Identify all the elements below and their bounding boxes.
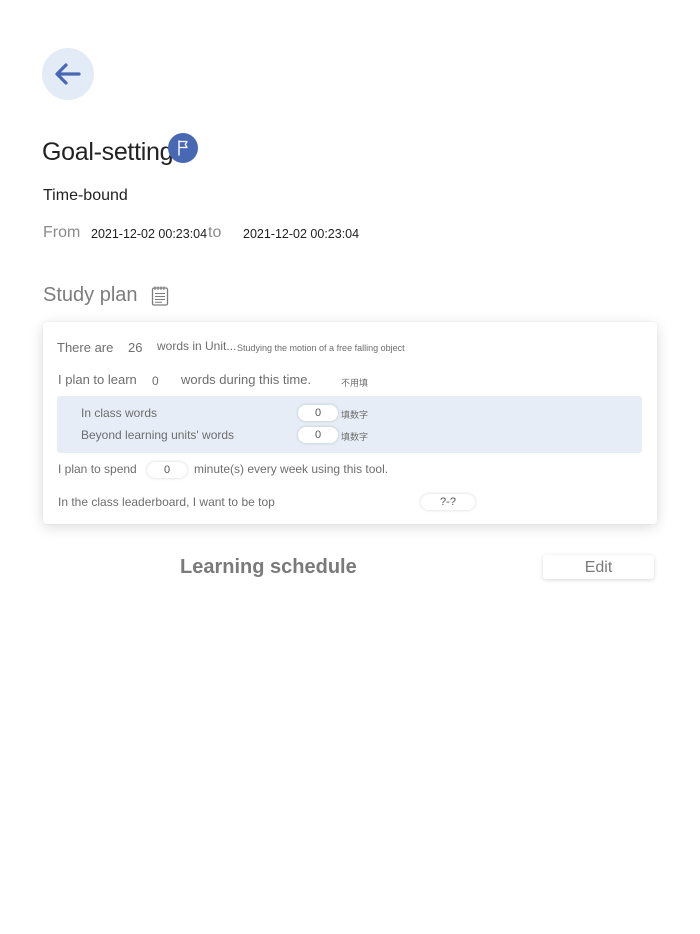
page-title: Goal-setting [42,138,174,166]
unit-name: Studying the motion of a free falling ob… [237,343,405,353]
study-plan-card: There are 26 words in Unit... Studying t… [43,322,657,524]
edit-button[interactable]: Edit [543,555,654,579]
beyond-words-label: Beyond learning units' words [81,428,235,442]
from-date[interactable]: 2021-12-02 00:23:04 [91,227,207,241]
from-label: From [43,224,81,241]
words-during-label: words during this time. [181,372,312,387]
beyond-hint: 填数字 [341,432,369,442]
in-class-words-input[interactable]: 0 [298,405,338,421]
in-class-hint: 填数字 [341,410,369,420]
study-plan-title: Study plan [43,284,138,306]
words-in-unit-label: words in Unit... [157,339,237,353]
plan-word-value: 0 [152,374,159,388]
no-fill-note: 不用填 [341,378,369,388]
subtitle-time-bound: Time-bound [43,187,128,204]
leaderboard-label: In the class leaderboard, I want to be t… [58,495,275,509]
arrow-left-icon [55,63,81,85]
beyond-words-input[interactable]: 0 [298,427,338,443]
plan-to-spend-label: I plan to spend [58,462,137,476]
unit-word-count: 26 [128,340,143,355]
to-label: to [208,224,222,241]
in-class-words-label: In class words [81,406,158,420]
leaderboard-rank-select[interactable]: ?-? [421,494,475,510]
plan-to-learn-label: I plan to learn [58,372,137,387]
to-date[interactable]: 2021-12-02 00:23:04 [243,227,359,241]
minutes-input[interactable]: 0 [147,462,187,478]
back-button[interactable] [42,48,94,100]
flag-icon [168,133,198,163]
minutes-label: minute(s) every week using this tool. [194,462,389,476]
word-breakdown-panel [57,396,642,453]
learning-schedule-title: Learning schedule [180,556,357,578]
notepad-icon [150,285,170,312]
there-are-label: There are [57,340,114,355]
